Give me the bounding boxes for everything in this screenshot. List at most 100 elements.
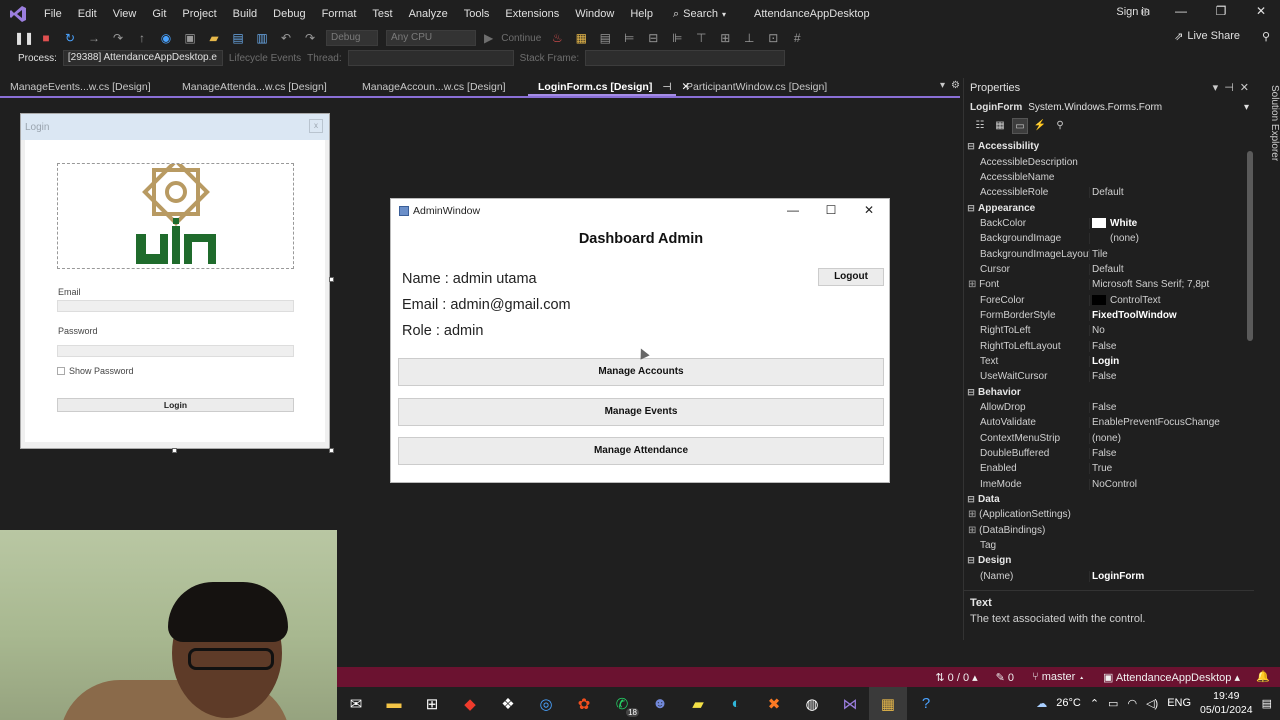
property-row[interactable]: ContextMenuStrip (none): [964, 431, 1242, 446]
menu-build[interactable]: Build: [225, 0, 265, 28]
tab-participant-window[interactable]: ParticipantWindow.cs [Design]: [676, 78, 856, 96]
logo-picturebox[interactable]: [57, 163, 294, 269]
align-bottom-icon[interactable]: ⊥: [741, 31, 757, 45]
same-size-icon[interactable]: ⊡: [765, 31, 781, 45]
menu-analyze[interactable]: Analyze: [401, 0, 456, 28]
collapse-icon[interactable]: ⊟: [964, 141, 978, 152]
property-row[interactable]: BackgroundImage (none): [964, 231, 1242, 246]
pause-icon[interactable]: ❚❚: [14, 31, 34, 45]
property-value[interactable]: (none): [1089, 432, 1242, 444]
battery-icon[interactable]: ▭: [1108, 697, 1118, 710]
language-indicator[interactable]: ENG: [1167, 697, 1191, 709]
menu-extensions[interactable]: Extensions: [497, 0, 567, 28]
property-row[interactable]: DoubleBuffered False: [964, 446, 1242, 461]
property-value[interactable]: ControlText: [1089, 294, 1242, 306]
sticky-notes-icon[interactable]: ▰: [679, 687, 717, 720]
account-icon[interactable]: ⚇: [1140, 6, 1154, 19]
property-row[interactable]: ⊞ (ApplicationSettings): [964, 507, 1242, 522]
align-top-icon[interactable]: ⊤: [693, 31, 709, 45]
logout-button[interactable]: Logout: [818, 268, 884, 286]
properties-dropdown-icon[interactable]: ▾: [1213, 81, 1219, 94]
align-middle-icon[interactable]: ⊞: [717, 31, 733, 45]
align-left-icon[interactable]: ⊨: [621, 31, 637, 45]
restart-icon[interactable]: ↻: [62, 31, 78, 45]
notification-bell-icon[interactable]: 🔔: [1256, 670, 1270, 683]
login-form-design[interactable]: Login x Email Password Show Password Log…: [20, 113, 330, 449]
align-center-icon[interactable]: ⊟: [645, 31, 661, 45]
profile-icon[interactable]: ⚲: [1262, 30, 1270, 43]
step-out-icon[interactable]: ↑: [134, 31, 150, 45]
github-desktop-icon[interactable]: ◍: [793, 687, 831, 720]
property-row[interactable]: ImeMode NoControl: [964, 477, 1242, 492]
visual-studio-icon[interactable]: ⋈: [831, 687, 869, 720]
property-value[interactable]: False: [1089, 371, 1242, 383]
menu-format[interactable]: Format: [314, 0, 365, 28]
open-icon[interactable]: ▰: [206, 31, 222, 45]
notification-center-icon[interactable]: ▤: [1262, 697, 1272, 710]
process-dropdown[interactable]: [29388] AttendanceAppDesktop.e: [62, 50, 223, 66]
weather-icon[interactable]: ☁: [1036, 697, 1047, 710]
volume-icon[interactable]: ◁): [1146, 697, 1158, 710]
events-icon[interactable]: ⚡: [1032, 118, 1048, 134]
dropbox-icon[interactable]: ❖: [489, 687, 527, 720]
properties-close-icon[interactable]: ✕: [1240, 81, 1249, 94]
login-button[interactable]: Login: [57, 398, 294, 412]
resize-handle-bottom[interactable]: [172, 448, 177, 453]
undo-icon[interactable]: ↶: [278, 31, 294, 45]
stop-icon[interactable]: ■: [38, 31, 54, 45]
property-row[interactable]: ⊞ (DataBindings): [964, 523, 1242, 538]
discord-icon[interactable]: ☻: [641, 687, 679, 720]
show-password-checkbox[interactable]: Show Password: [57, 366, 134, 376]
menu-git[interactable]: Git: [144, 0, 174, 28]
properties-pin-icon[interactable]: ⊣: [1224, 81, 1234, 94]
property-row[interactable]: AccessibleRole Default: [964, 185, 1242, 200]
property-category[interactable]: ⊟ Behavior: [964, 385, 1242, 400]
tab-manage-accounts[interactable]: ManageAccoun...w.cs [Design]: [352, 78, 528, 96]
stack-frame-dropdown[interactable]: [585, 50, 786, 66]
property-row[interactable]: AllowDrop False: [964, 400, 1242, 415]
property-row[interactable]: Enabled True: [964, 461, 1242, 476]
layout-icon[interactable]: ▤: [597, 31, 613, 45]
help-icon[interactable]: ?: [907, 687, 945, 720]
password-field[interactable]: [57, 345, 294, 357]
manage-attendance-button[interactable]: Manage Attendance: [398, 437, 884, 465]
admin-close-button[interactable]: ✕: [859, 203, 879, 217]
property-category[interactable]: ⊟ Appearance: [964, 200, 1242, 215]
platform-dropdown[interactable]: Any CPU: [386, 30, 476, 46]
align-right-icon[interactable]: ⊫: [669, 31, 685, 45]
navigate-back-icon[interactable]: ◉: [158, 31, 174, 45]
grid-icon[interactable]: #: [789, 31, 805, 45]
property-value[interactable]: Login: [1089, 355, 1242, 367]
figma-icon[interactable]: ✿: [565, 687, 603, 720]
anydesk-icon[interactable]: ◆: [451, 687, 489, 720]
property-value[interactable]: LoginForm: [1089, 570, 1242, 582]
expand-icon[interactable]: ⊞: [968, 509, 979, 520]
property-row[interactable]: ForeColor ControlText: [964, 292, 1242, 307]
step-icon[interactable]: →: [86, 31, 102, 45]
property-value[interactable]: White: [1089, 217, 1242, 229]
save-icon[interactable]: ▤: [230, 31, 246, 45]
save-all-icon[interactable]: ▥: [254, 31, 270, 45]
property-row[interactable]: AccessibleDescription: [964, 154, 1242, 169]
collapse-icon[interactable]: ⊟: [964, 494, 978, 505]
tab-manage-attendance[interactable]: ManageAttenda...w.cs [Design]: [172, 78, 352, 96]
menu-project[interactable]: Project: [174, 0, 224, 28]
property-row[interactable]: UseWaitCursor False: [964, 369, 1242, 384]
clock[interactable]: 19:49 05/01/2024: [1200, 689, 1253, 717]
property-value[interactable]: False: [1089, 340, 1242, 352]
property-row[interactable]: Text Login: [964, 354, 1242, 369]
properties-view-icon[interactable]: ▭: [1012, 118, 1028, 134]
tab-dropdown-icon[interactable]: ▾: [940, 80, 945, 91]
expand-icon[interactable]: ⊞: [968, 525, 979, 536]
categorized-icon[interactable]: ☷: [972, 118, 988, 134]
menu-window[interactable]: Window: [567, 0, 622, 28]
browse-icon[interactable]: ▦: [573, 31, 589, 45]
menu-test[interactable]: Test: [364, 0, 400, 28]
live-share-button[interactable]: ⇗ Live Share: [1174, 30, 1240, 43]
errors-indicator[interactable]: ⇅ 0 / 0 ▴: [935, 671, 977, 684]
property-category[interactable]: ⊟ Accessibility: [964, 139, 1242, 154]
login-close-button[interactable]: x: [309, 119, 323, 133]
property-value[interactable]: Tile: [1089, 248, 1242, 260]
manage-accounts-button[interactable]: Manage Accounts: [398, 358, 884, 386]
project-button[interactable]: ▣ AttendanceAppDesktop ▴: [1103, 671, 1240, 684]
